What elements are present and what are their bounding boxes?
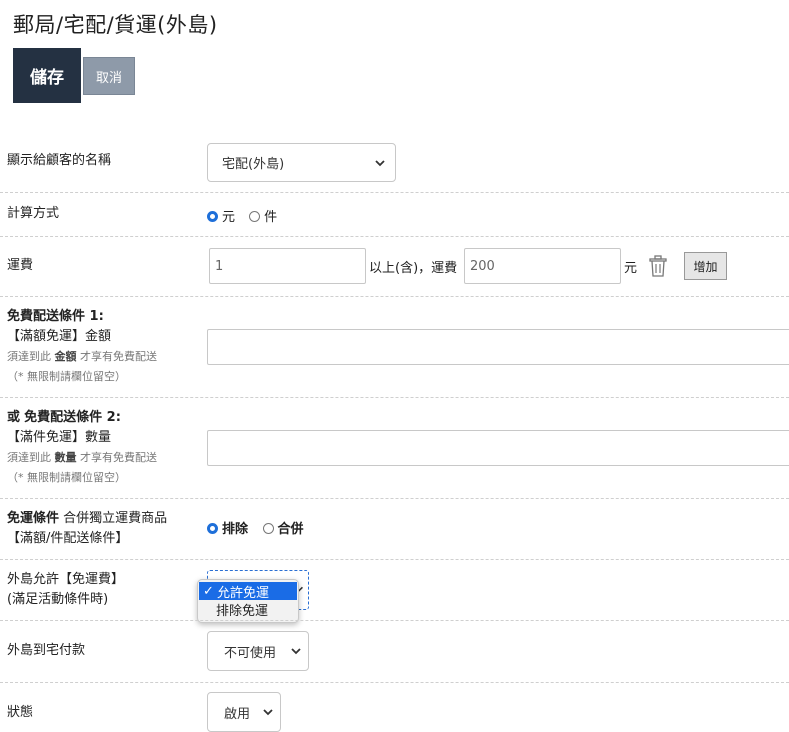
trash-icon[interactable] [647, 254, 669, 278]
island-allow-option-allow[interactable]: ✓ 允許免運 [199, 582, 297, 601]
free-cond-1-hint: 須達到此 金額 才享有免費配送 [7, 350, 157, 363]
free-cond-2-hint: 須達到此 數量 才享有免費配送 [7, 451, 157, 464]
divider [0, 296, 789, 297]
calc-method-radio-item[interactable] [249, 211, 261, 222]
free-cond-2-subtitle: 【滿件免運】數量 [7, 430, 112, 445]
page-title: 郵局/宅配/貨運(外島) [13, 13, 218, 37]
chevron-down-icon [375, 159, 385, 166]
cod-label: 外島到宅付款 [7, 643, 86, 658]
divider [0, 559, 789, 560]
island-allow-label: 外島允許【免運費】 (滿足活動條件時) [7, 570, 124, 610]
calc-method-radio-group: 元 件 [207, 206, 287, 225]
add-fee-button[interactable]: 增加 [684, 252, 727, 280]
free-cond-2-title: 免費配送條件 2: [24, 410, 121, 425]
free-cond-1-hint2: （* 無限制請欄位留空） [7, 370, 126, 383]
calc-method-label: 計算方式 [7, 206, 60, 221]
status-select[interactable]: 啟用 [207, 692, 281, 732]
free-rule-option-merge: 合併 [277, 522, 304, 537]
cod-select[interactable]: 不可使用 [207, 631, 309, 671]
island-allow-dropdown: ✓ 允許免運 排除免運 [197, 579, 299, 623]
free-cond-2-hint2: （* 無限制請欄位留空） [7, 471, 126, 484]
divider [0, 682, 789, 683]
free-rule-radio-exclude[interactable] [207, 523, 218, 534]
cancel-button[interactable]: 取消 [83, 57, 135, 95]
fee-threshold-input[interactable]: 1 [209, 248, 366, 284]
free-rule-radio-group: 排除 合併 [207, 518, 314, 537]
island-allow-option-exclude[interactable]: 排除免運 [198, 600, 298, 619]
calc-method-option-item: 件 [264, 210, 278, 225]
chevron-down-icon [291, 648, 301, 655]
chevron-down-icon [263, 709, 273, 716]
free-rule-radio-merge[interactable] [262, 523, 274, 534]
cod-value: 不可使用 [224, 645, 277, 661]
save-button[interactable]: 儲存 [13, 48, 81, 103]
divider [0, 236, 789, 237]
status-label: 狀態 [7, 705, 34, 720]
free-rule-title: 免運條件 [7, 511, 60, 526]
fee-between-text: 以上(含)，運費 [369, 261, 458, 276]
free-cond-1-title: 免費配送條件 1: [7, 309, 104, 324]
free-cond-2-prefix: 或 [7, 410, 21, 425]
free-amount-input[interactable] [207, 329, 789, 365]
check-icon: ✓ [203, 583, 214, 599]
display-name-value: 宅配(外島) [222, 157, 285, 172]
calc-method-option-yuan: 元 [222, 210, 236, 225]
shipping-fee-label: 運費 [7, 258, 34, 273]
divider [0, 192, 789, 193]
island-allow-label-2: (滿足活動條件時) [7, 592, 109, 607]
status-value: 啟用 [224, 706, 251, 722]
free-cond-2-label: 或 免費配送條件 2: 【滿件免運】數量 須達到此 數量 才享有免費配送 （* … [7, 408, 157, 488]
free-cond-1-subtitle: 【滿額免運】金額 [7, 329, 112, 344]
free-quantity-input[interactable] [207, 430, 789, 466]
divider [0, 620, 789, 621]
free-cond-1-label: 免費配送條件 1: 【滿額免運】金額 須達到此 金額 才享有免費配送 （* 無限… [7, 307, 157, 387]
display-name-label: 顯示給顧客的名稱 [7, 153, 112, 168]
fee-unit: 元 [624, 261, 638, 276]
fee-amount-input[interactable]: 200 [464, 248, 621, 284]
free-rule-title-rest: 合併獨立運費商品 [63, 511, 168, 526]
calc-method-radio-yuan[interactable] [207, 211, 218, 222]
free-rule-label: 免運條件 合併獨立運費商品 【滿額/件配送條件】 [7, 509, 167, 549]
free-rule-subtitle: 【滿額/件配送條件】 [7, 531, 129, 546]
display-name-select[interactable]: 宅配(外島) [207, 143, 396, 182]
free-rule-option-exclude: 排除 [222, 522, 249, 537]
island-allow-label-1: 外島允許【免運費】 [7, 572, 125, 587]
divider [0, 498, 789, 499]
divider [0, 397, 789, 398]
